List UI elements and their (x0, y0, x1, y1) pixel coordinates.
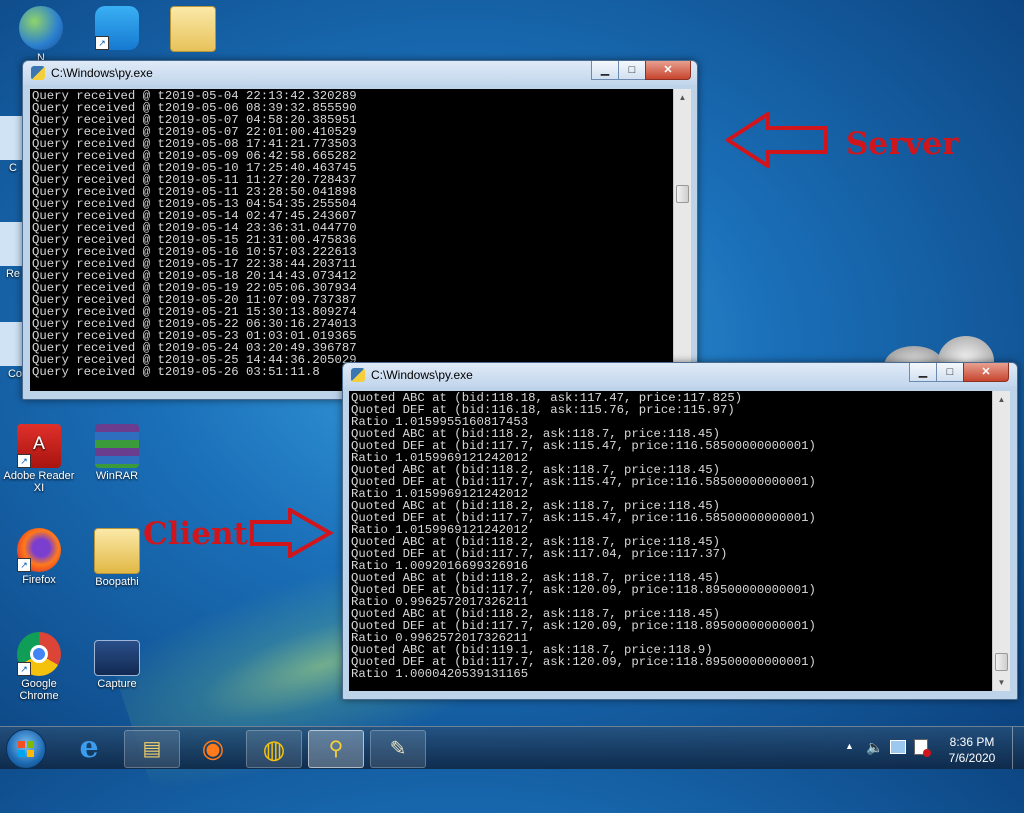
server-console-window[interactable]: C:\Windows\py.exe ▁ □ ✕ Query received @… (22, 60, 698, 400)
desktop-icon-label: Boopathi (95, 576, 139, 588)
window-title: C:\Windows\py.exe (371, 368, 473, 382)
desktop-icon-label: Co (7, 368, 23, 380)
network-icon (19, 6, 63, 50)
chrome-center (30, 645, 48, 663)
client-console-window[interactable]: C:\Windows\py.exe ▁ □ ✕ Quoted ABC at (b… (342, 362, 1018, 700)
shortcut-arrow-icon: ↗ (95, 36, 109, 50)
start-button[interactable] (6, 729, 46, 769)
scroll-up-icon[interactable]: ▲ (674, 89, 691, 106)
volume-icon[interactable]: 🔈 (866, 739, 883, 756)
maximize-button[interactable]: □ (936, 363, 964, 382)
shortcut-arrow-icon: ↗ (17, 454, 31, 468)
server-label: Server (846, 126, 959, 162)
desktop-icon-folder[interactable] (156, 6, 230, 54)
python-icon (351, 368, 365, 382)
desktop-icon-chrome[interactable]: ↗ Google Chrome (2, 632, 76, 702)
scroll-thumb[interactable] (995, 653, 1008, 671)
winrar-icon (95, 424, 139, 468)
shortcut-arrow-icon: ↗ (17, 558, 31, 572)
ie-icon: e (79, 730, 99, 765)
chrome-icon: ◍ (262, 734, 286, 764)
scroll-thumb[interactable] (676, 185, 689, 203)
close-button[interactable]: ✕ (645, 61, 691, 80)
window-titlebar[interactable]: C:\Windows\py.exe ▁ □ ✕ (23, 61, 697, 85)
server-arrow-icon (726, 112, 828, 168)
desktop-icon-capture[interactable]: Capture (80, 640, 154, 690)
firefox-icon: ◉ (201, 733, 225, 763)
desktop-icon-shareit[interactable]: ↗ (80, 6, 154, 52)
windows-logo-icon (18, 741, 34, 757)
taskbar-clock[interactable]: 8:36 PM 7/6/2020 (934, 734, 1010, 766)
shortcut-arrow-icon: ↗ (17, 662, 31, 676)
folder-icon (170, 6, 216, 52)
vertical-scrollbar[interactable]: ▲ ▼ (673, 89, 691, 391)
taskbar-ie-button[interactable]: e (62, 730, 116, 766)
vertical-scrollbar[interactable]: ▲ ▼ (992, 391, 1010, 691)
desktop-icon-label: WinRAR (95, 470, 139, 482)
alert-dot-icon (923, 749, 931, 757)
network-icon[interactable] (890, 740, 906, 754)
desktop-icon-label: Re (5, 268, 21, 280)
desktop-icon-winrar[interactable]: WinRAR (80, 424, 154, 482)
minimize-button[interactable]: ▁ (591, 61, 619, 80)
python-icon (31, 66, 45, 80)
minimize-button[interactable]: ▁ (909, 363, 937, 382)
window-titlebar[interactable]: C:\Windows\py.exe ▁ □ ✕ (343, 363, 1017, 387)
folder-icon (94, 528, 140, 574)
taskbar-firefox-button[interactable]: ◉ (186, 730, 240, 766)
taskbar-explorer-button[interactable]: ▤ (124, 730, 180, 768)
paint-icon: ✎ (389, 738, 407, 760)
clock-time: 8:36 PM (949, 735, 995, 749)
desktop-icon-adobe-reader[interactable]: ᴬ ↗ Adobe Reader XI (2, 424, 76, 494)
scroll-down-icon[interactable]: ▼ (993, 674, 1010, 691)
clock-date: 7/6/2020 (948, 751, 996, 765)
show-hidden-icon[interactable]: ▲ (845, 741, 854, 751)
adobe-reader-icon: ᴬ ↗ (17, 424, 61, 468)
window-title: C:\Windows\py.exe (51, 66, 153, 80)
desktop-icon-firefox[interactable]: ↗ Firefox (2, 528, 76, 586)
image-icon (94, 640, 140, 676)
desktop-icon-label: Google Chrome (19, 678, 59, 702)
console-output[interactable]: Quoted ABC at (bid:118.18, ask:117.47, p… (349, 391, 999, 691)
explorer-icon: ▤ (142, 738, 162, 760)
python-icon: ⚲ (328, 738, 344, 760)
firefox-icon: ↗ (17, 528, 61, 572)
console-output[interactable]: Query received @ t2019-05-04 22:13:42.32… (30, 89, 679, 391)
chrome-icon: ↗ (17, 632, 61, 676)
desktop-icon-label: Capture (97, 678, 137, 690)
console-line: Ratio 1.0000420539131165 (351, 667, 529, 681)
client-label: Client (143, 516, 248, 552)
shareit-icon: ↗ (95, 6, 139, 50)
scroll-up-icon[interactable]: ▲ (993, 391, 1010, 408)
desktop-icon-label: Adobe Reader XI (3, 470, 75, 494)
clock-gadget (880, 330, 1000, 386)
close-button[interactable]: ✕ (963, 363, 1009, 382)
taskbar-python-button[interactable]: ⚲ (308, 730, 364, 768)
desktop-icon-label: Firefox (22, 574, 56, 586)
maximize-button[interactable]: □ (618, 61, 646, 80)
taskbar-chrome-button[interactable]: ◍ (246, 730, 302, 768)
show-desktop-button[interactable] (1012, 727, 1024, 769)
taskbar: e ▤ ◉ ◍ ⚲ ✎ ▲ 🔈 8:36 PM 7/6/2020 (0, 726, 1024, 769)
desktop-icon-label: C (9, 162, 17, 174)
action-center-icon[interactable] (914, 739, 931, 757)
taskbar-paint-button[interactable]: ✎ (370, 730, 426, 768)
desktop-icon-network[interactable]: N (4, 6, 78, 64)
client-arrow-icon (250, 508, 334, 558)
